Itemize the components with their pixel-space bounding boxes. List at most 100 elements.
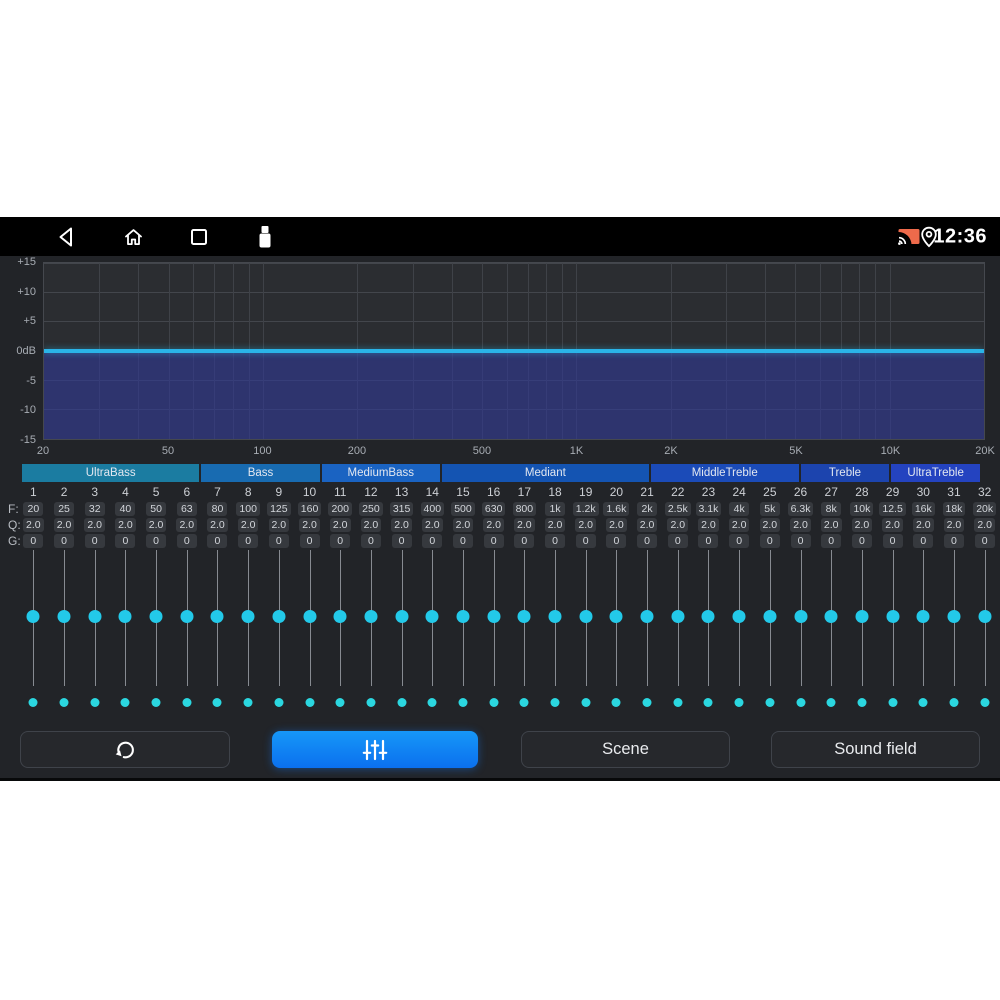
- slider-thumb[interactable]: [364, 610, 378, 623]
- back-icon[interactable]: [57, 226, 75, 248]
- q-value[interactable]: 2.0: [53, 518, 75, 532]
- band-indicator-dot[interactable]: [826, 698, 836, 707]
- slider-thumb[interactable]: [425, 610, 439, 623]
- band-indicator-dot[interactable]: [90, 698, 100, 707]
- slider-thumb[interactable]: [916, 610, 930, 623]
- band-indicator-dot[interactable]: [581, 698, 591, 707]
- band-indicator-dot[interactable]: [427, 698, 437, 707]
- frequency-value[interactable]: 160: [297, 502, 322, 516]
- usb-icon[interactable]: [258, 225, 272, 249]
- gain-value[interactable]: 0: [698, 534, 719, 548]
- gain-value[interactable]: 0: [84, 534, 105, 548]
- q-value[interactable]: 2.0: [667, 518, 689, 532]
- q-value[interactable]: 2.0: [514, 518, 535, 532]
- q-value[interactable]: 2.0: [790, 518, 811, 532]
- band-indicator-dot[interactable]: [335, 698, 345, 707]
- q-value[interactable]: 2.0: [115, 518, 136, 532]
- q-value[interactable]: 2.0: [421, 518, 443, 532]
- slider-thumb[interactable]: [763, 610, 777, 623]
- frequency-value[interactable]: 18k: [942, 502, 966, 516]
- q-value[interactable]: 2.0: [145, 518, 167, 532]
- q-value[interactable]: 2.0: [23, 518, 44, 532]
- band-indicator-dot[interactable]: [397, 698, 407, 707]
- band-indicator-dot[interactable]: [857, 698, 867, 707]
- q-value[interactable]: 2.0: [207, 518, 228, 532]
- band-indicator-dot[interactable]: [519, 698, 529, 707]
- band-group-bass[interactable]: Bass: [201, 464, 320, 482]
- band-indicator-dot[interactable]: [274, 698, 284, 707]
- q-value[interactable]: 2.0: [544, 518, 566, 532]
- band-group-mediumbass[interactable]: MediumBass: [321, 464, 440, 482]
- scene-button[interactable]: Scene: [521, 731, 730, 768]
- gain-value[interactable]: 0: [176, 534, 197, 548]
- gain-value[interactable]: 0: [299, 534, 320, 548]
- frequency-value[interactable]: 12.5: [879, 502, 906, 516]
- band-group-treble[interactable]: Treble: [800, 464, 890, 482]
- gain-value[interactable]: 0: [974, 534, 995, 548]
- band-indicator-dot[interactable]: [28, 698, 38, 707]
- gain-value[interactable]: 0: [54, 534, 75, 548]
- gain-value[interactable]: 0: [913, 534, 934, 548]
- frequency-value[interactable]: 250: [359, 502, 383, 516]
- band-indicator-dot[interactable]: [765, 698, 775, 707]
- q-value[interactable]: 2.0: [391, 518, 412, 532]
- frequency-value[interactable]: 1.6k: [603, 502, 630, 516]
- band-indicator-dot[interactable]: [182, 698, 192, 707]
- gain-value[interactable]: 0: [851, 534, 872, 548]
- q-value[interactable]: 2.0: [84, 518, 106, 532]
- band-indicator-dot[interactable]: [120, 698, 130, 707]
- slider-thumb[interactable]: [57, 610, 71, 623]
- frequency-value[interactable]: 400: [420, 502, 445, 516]
- band-indicator-dot[interactable]: [796, 698, 806, 707]
- frequency-value[interactable]: 10k: [850, 502, 874, 516]
- gain-value[interactable]: 0: [146, 534, 167, 548]
- slider-thumb[interactable]: [701, 610, 715, 623]
- gain-value[interactable]: 0: [23, 534, 44, 548]
- gain-value[interactable]: 0: [514, 534, 535, 548]
- gain-value[interactable]: 0: [575, 534, 596, 548]
- gain-value[interactable]: 0: [422, 534, 443, 548]
- q-value[interactable]: 2.0: [636, 518, 658, 532]
- gain-value[interactable]: 0: [483, 534, 504, 548]
- gain-value[interactable]: 0: [452, 534, 473, 548]
- band-indicator-dot[interactable]: [611, 698, 621, 707]
- slider-thumb[interactable]: [88, 610, 102, 623]
- q-value[interactable]: 2.0: [728, 518, 750, 532]
- frequency-value[interactable]: 1.2k: [572, 502, 599, 516]
- band-indicator-dot[interactable]: [888, 698, 898, 707]
- equalizer-button[interactable]: [272, 731, 478, 768]
- frequency-value[interactable]: 5k: [759, 502, 780, 516]
- gain-value[interactable]: 0: [360, 534, 381, 548]
- q-value[interactable]: 2.0: [268, 518, 290, 532]
- band-group-mediant[interactable]: Mediant: [441, 464, 649, 482]
- gain-value[interactable]: 0: [268, 534, 289, 548]
- slider-thumb[interactable]: [210, 610, 224, 623]
- q-value[interactable]: 2.0: [237, 518, 259, 532]
- frequency-value[interactable]: 20: [23, 502, 44, 516]
- q-value[interactable]: 2.0: [943, 518, 965, 532]
- q-value[interactable]: 2.0: [698, 518, 719, 532]
- frequency-value[interactable]: 8k: [821, 502, 842, 516]
- frequency-value[interactable]: 125: [267, 502, 291, 516]
- slider-thumb[interactable]: [456, 610, 470, 623]
- gain-value[interactable]: 0: [821, 534, 842, 548]
- frequency-value[interactable]: 6.3k: [787, 502, 814, 516]
- slider-thumb[interactable]: [149, 610, 163, 623]
- frequency-value[interactable]: 25: [54, 502, 75, 516]
- q-value[interactable]: 2.0: [329, 518, 351, 532]
- q-value[interactable]: 2.0: [820, 518, 842, 532]
- frequency-value[interactable]: 315: [389, 502, 414, 516]
- gain-value[interactable]: 0: [545, 534, 566, 548]
- frequency-value[interactable]: 16k: [911, 502, 935, 516]
- q-value[interactable]: 2.0: [299, 518, 320, 532]
- band-indicator-dot[interactable]: [673, 698, 683, 707]
- band-indicator-dot[interactable]: [949, 698, 959, 707]
- q-value[interactable]: 2.0: [912, 518, 934, 532]
- frequency-value[interactable]: 200: [328, 502, 352, 516]
- slider-thumb[interactable]: [824, 610, 838, 623]
- gain-value[interactable]: 0: [943, 534, 964, 548]
- band-indicator-dot[interactable]: [212, 698, 222, 707]
- band-indicator-dot[interactable]: [151, 698, 161, 707]
- slider-thumb[interactable]: [241, 610, 255, 623]
- band-indicator-dot[interactable]: [918, 698, 928, 707]
